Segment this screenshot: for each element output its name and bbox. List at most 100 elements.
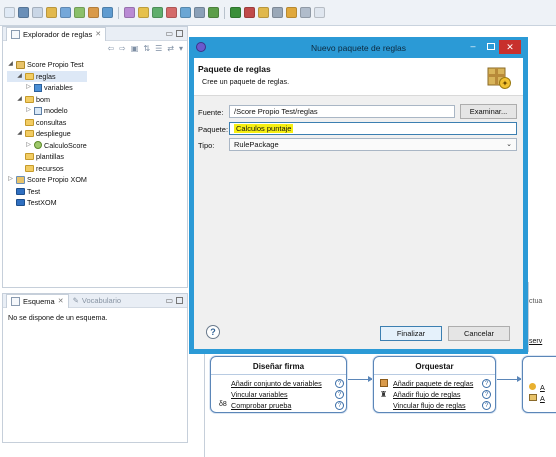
sort-icon[interactable]: ⇅ [143,44,150,53]
tree-item-modelo[interactable]: ▷ modelo [7,105,87,117]
help-icon[interactable]: ? [335,401,344,410]
close-icon[interactable]: ✕ [95,30,101,38]
annotation-icon[interactable] [272,7,283,18]
expand-toggle-icon[interactable]: ▷ [7,174,14,186]
print-icon[interactable] [32,7,43,18]
expand-toggle-icon[interactable]: ◢ [7,59,14,71]
help-icon[interactable]: ? [482,401,491,410]
close-button[interactable]: ✕ [499,40,521,54]
package-icon [380,379,388,387]
tree-item-reglas[interactable]: ◢ reglas [7,70,87,83]
save-icon[interactable] [18,7,29,18]
tipo-label: Tipo: [198,141,215,150]
back-icon[interactable] [286,7,297,18]
finish-button[interactable]: Finalizar [380,326,442,341]
tree-item-recursos[interactable]: recursos [7,163,87,175]
add-rule-flow-link[interactable]: Añadir flujo de reglas [393,390,461,399]
expand-toggle-icon[interactable]: ◢ [16,94,23,106]
check-test-link[interactable]: Comprobar prueba [231,401,291,410]
perspective-icon[interactable] [314,7,325,18]
tree-item-test[interactable]: Test [7,186,87,198]
tab-vocabulary[interactable]: ✎ Vocabulario [73,296,122,305]
forward-icon[interactable] [300,7,311,18]
partial-card-link-b[interactable]: A [540,394,545,403]
package-icon[interactable] [46,7,57,18]
help-icon[interactable]: ? [482,379,491,388]
explorer-tab-label: Explorador de reglas [23,29,93,39]
maximize-icon[interactable] [176,297,183,304]
dialog-titlebar[interactable]: Nuevo paquete de reglas – ✕ [189,37,528,58]
close-icon[interactable]: ✕ [58,297,64,305]
tab-rule-explorer[interactable]: Explorador de reglas ✕ [6,26,107,41]
search-icon[interactable] [258,7,269,18]
minimize-button[interactable]: – [466,41,480,53]
view-menu-icon[interactable]: ▾ [179,44,183,53]
decision-table-icon[interactable] [74,7,85,18]
expand-toggle-icon[interactable]: ◢ [16,71,23,83]
run-icon[interactable] [230,7,241,18]
flow-icon[interactable] [102,7,113,18]
package-name-value: Calculos puntaje [234,124,294,133]
help-icon[interactable]: ? [335,390,344,399]
maximize-button[interactable] [487,43,495,50]
tree-item-testxom[interactable]: TestXOM [7,197,87,209]
outline-tabbar: Esquema ✕ ✎ Vocabulario ▭ [3,293,187,308]
bom-icon[interactable] [152,7,163,18]
external-tools-icon[interactable] [244,7,255,18]
main-toolbar [0,0,556,26]
help-icon[interactable]: ? [335,379,344,388]
debug-icon[interactable] [208,7,219,18]
link-variables-link[interactable]: Vincular variables [231,390,288,399]
status-icon [529,383,536,390]
tree-item-score-propio-test[interactable]: ◢ Score Propio Test [7,59,87,71]
query-icon[interactable] [166,7,177,18]
new-rule-package-dialog: Nuevo paquete de reglas – ✕ Paquete de r… [189,37,528,354]
add-variable-set-link[interactable]: Añadir conjunto de variables [231,379,322,388]
type-select[interactable]: RulePackage ⌄ [229,138,517,151]
help-button[interactable]: ? [206,325,220,339]
collapse-all-icon[interactable]: ▣ [131,44,139,53]
deploy-icon[interactable] [194,7,205,18]
tree-item-label: TestXOM [27,198,57,207]
sync-icon[interactable]: ⇄ [167,44,174,53]
new-icon[interactable] [4,7,15,18]
tree-item-consultas[interactable]: consultas [7,117,87,129]
rule-icon[interactable] [60,7,71,18]
tree-item-despliegue[interactable]: ◢ despliegue [7,128,87,140]
tree-item-calculoscore[interactable]: ▷ CalculoScore [7,140,87,152]
expand-toggle-icon[interactable]: ▷ [25,82,32,94]
function-icon[interactable] [124,7,135,18]
link-editor-icon[interactable]: ☰ [155,44,162,53]
minimize-icon[interactable]: ▭ [165,296,173,305]
template-icon[interactable] [180,7,191,18]
back-arrow-icon[interactable]: ⇦ [107,44,114,53]
tree-item-variables[interactable]: ▷ variables [7,82,87,94]
tree-item-score-propio-xom[interactable]: ▷ Score Propio XOM [7,174,87,186]
link-rule-flow-link[interactable]: Vincular flujo de reglas [393,401,466,410]
expand-toggle-icon[interactable]: ▷ [25,140,32,152]
tree-item-plantillas[interactable]: plantillas [7,151,87,163]
partial-card-link-a[interactable]: A [540,383,545,392]
expand-toggle-icon[interactable]: ▷ [25,105,32,117]
variable-icon[interactable] [138,7,149,18]
minimize-icon[interactable]: ▭ [165,29,173,38]
tab-outline[interactable]: Esquema ✕ [6,293,69,308]
browse-button[interactable]: Examinar... [460,104,517,119]
package-name-input[interactable]: Calculos puntaje [229,122,517,135]
help-icon[interactable]: ? [482,390,491,399]
maximize-icon[interactable] [176,30,183,37]
tree-item-label: plantillas [36,152,64,161]
add-rule-package-link[interactable]: Añadir paquete de reglas [393,379,473,388]
dialog-header-subtitle: Cree un paquete de reglas. [202,77,290,86]
outline-tab-icon [11,296,20,306]
forward-arrow-icon[interactable]: ⇨ [119,44,126,53]
fuente-input[interactable]: /Score Propio Test/reglas [229,105,455,118]
partial-link[interactable]: serv [529,338,542,345]
tree-node-icon [34,106,42,115]
toolbar-separator [118,7,119,19]
tree-icon[interactable] [88,7,99,18]
cancel-button[interactable]: Cancelar [448,326,510,341]
tree-item-bom[interactable]: ◢ bom [7,94,87,106]
dialog-title: Nuevo paquete de reglas [311,42,406,53]
expand-toggle-icon[interactable]: ◢ [16,128,23,140]
